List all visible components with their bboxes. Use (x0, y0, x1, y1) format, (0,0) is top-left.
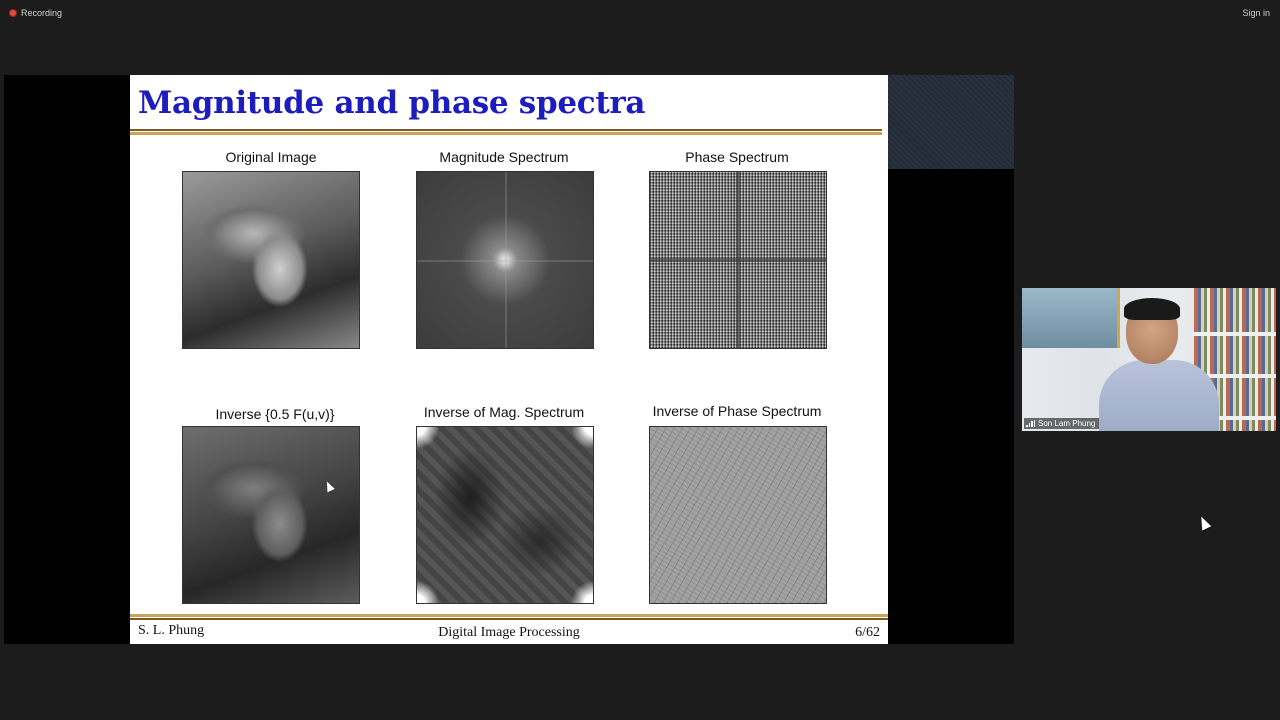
caption-original-image: Original Image (225, 149, 317, 165)
presentation-slide: Magnitude and phase spectra Original Ima… (130, 75, 888, 644)
participant-body (1099, 360, 1219, 431)
caption-inverse-mag-spectrum: Inverse of Mag. Spectrum (423, 404, 585, 420)
slide-background-decoration (883, 75, 1014, 169)
participant-hair (1124, 298, 1180, 320)
inverse-half-f-image (182, 426, 360, 604)
participant-video-tile[interactable]: Son Lam Phung (1022, 288, 1276, 431)
caption-phase-spectrum: Phase Spectrum (685, 149, 789, 165)
meeting-top-bar: Recording Sign in (0, 0, 1280, 28)
sign-in-button[interactable]: Sign in (1242, 8, 1270, 18)
footer-course: Digital Image Processing (438, 625, 580, 640)
original-image (182, 171, 360, 349)
inverse-phase-spectrum-image (649, 426, 827, 604)
magnitude-spectrum-image (416, 171, 594, 349)
participant-name: Son Lam Phung (1038, 419, 1096, 428)
caption-inverse-half-f: Inverse {0.5 F(u,v)} (215, 406, 335, 422)
recording-indicator: Recording (9, 8, 62, 18)
inverse-mag-spectrum-image (416, 426, 594, 604)
recording-label: Recording (21, 8, 63, 18)
phase-spectrum-image (649, 171, 827, 349)
participant-figure (1094, 298, 1224, 431)
caption-magnitude-spectrum: Magnitude Spectrum (439, 149, 569, 165)
footer-page-number: 6/62 (855, 625, 880, 640)
slide-title: Magnitude and phase spectra (138, 85, 646, 121)
recording-dot-icon (9, 9, 17, 17)
mouse-cursor-icon (1196, 514, 1212, 531)
title-divider (130, 129, 882, 135)
caption-inverse-phase-spectrum: Inverse of Phase Spectrum (652, 403, 822, 419)
footer-divider (130, 614, 888, 620)
participant-name-tag: Son Lam Phung (1024, 418, 1100, 429)
signal-strength-icon (1026, 420, 1035, 427)
